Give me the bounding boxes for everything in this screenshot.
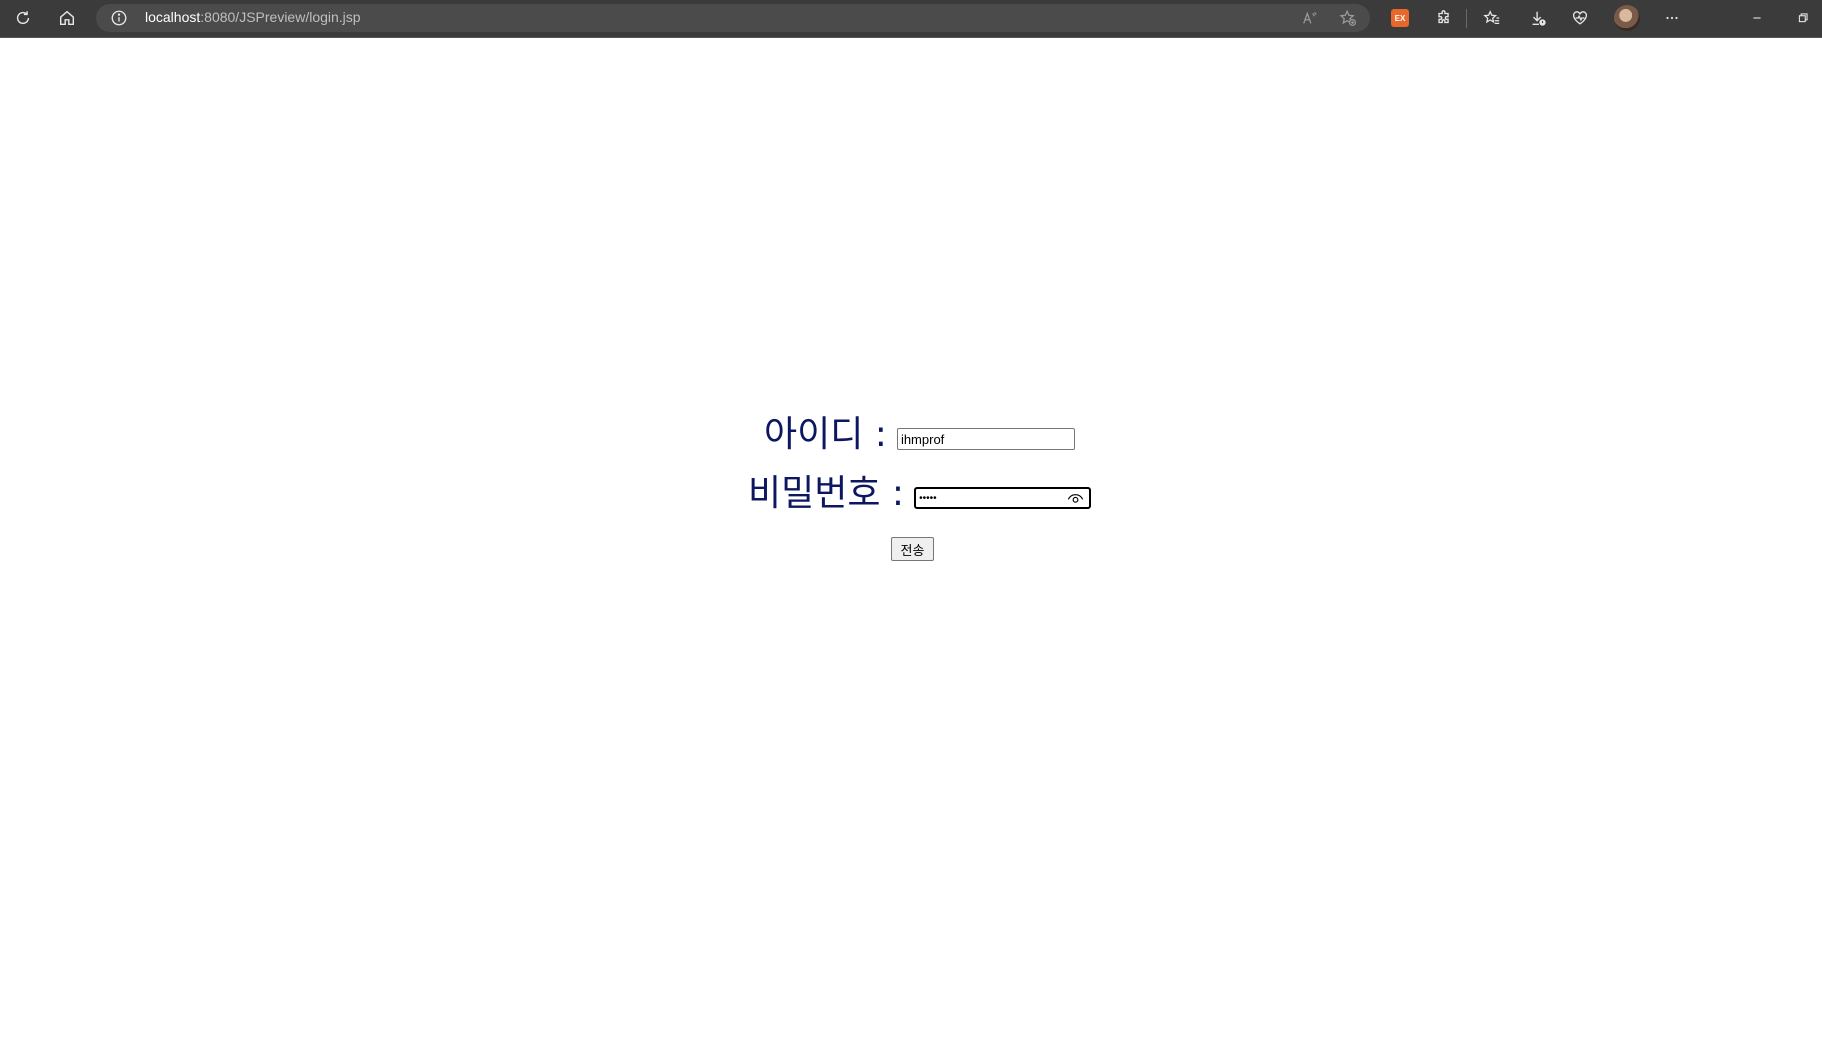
favorites-icon[interactable] (1477, 4, 1507, 32)
browser-essentials-icon[interactable] (1565, 4, 1595, 32)
id-input[interactable]: ihmprof (896, 428, 1075, 450)
address-bar[interactable]: localhost:8080/JSPreview/login.jsp (96, 4, 1370, 32)
browser-toolbar: localhost:8080/JSPreview/login.jsp EX (0, 0, 1822, 38)
info-icon[interactable] (110, 9, 128, 27)
id-label: 아이디 : (764, 414, 887, 455)
read-aloud-icon[interactable] (1301, 9, 1319, 27)
id-input-value: ihmprof (900, 431, 945, 447)
reveal-password-icon[interactable] (1067, 491, 1084, 506)
submit-button[interactable]: 전송 (891, 537, 934, 561)
minimize-icon[interactable] (1742, 4, 1772, 32)
home-icon[interactable] (52, 4, 82, 32)
profile-avatar[interactable] (1614, 5, 1640, 31)
password-input-value: ••••• (919, 492, 937, 504)
id-row: 아이디 : ihmprof (764, 417, 1075, 453)
downloads-icon[interactable] (1523, 4, 1553, 32)
more-icon[interactable] (1657, 4, 1687, 32)
password-row: 비밀번호 : ••••• (748, 473, 1092, 514)
restore-icon[interactable] (1788, 4, 1818, 32)
url-text[interactable]: localhost:8080/JSPreview/login.jsp (145, 9, 361, 25)
toolbar-separator (1466, 9, 1467, 28)
refresh-icon[interactable] (8, 4, 38, 32)
add-favorite-icon[interactable] (1339, 9, 1357, 27)
puzzle-icon[interactable] (1429, 4, 1459, 32)
password-input[interactable]: ••••• (914, 487, 1092, 509)
password-label: 비밀번호 : (748, 473, 905, 514)
extension-icon[interactable]: EX (1391, 9, 1409, 27)
